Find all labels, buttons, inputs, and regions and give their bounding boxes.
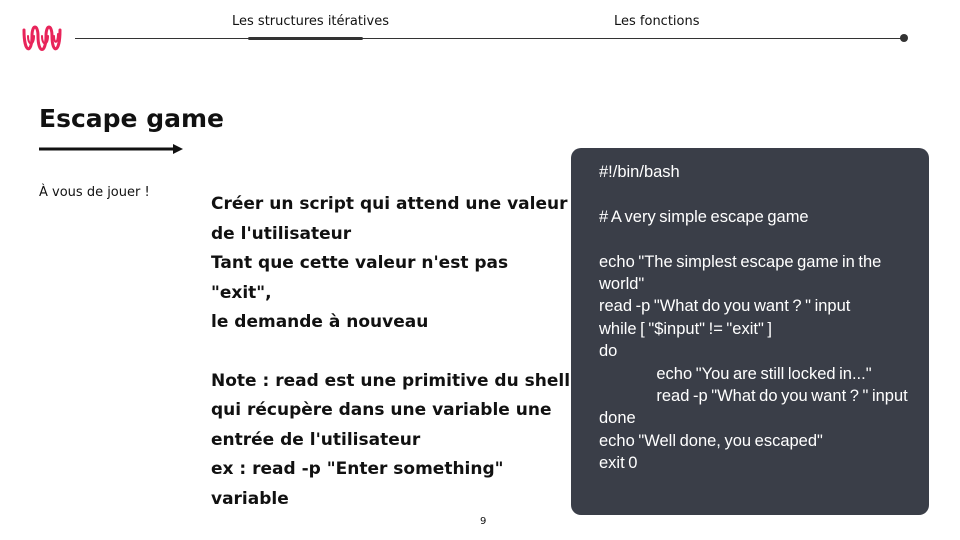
progress-active-indicator xyxy=(248,37,363,40)
instruction-paragraph: ex : read -p "Enter something" variable xyxy=(211,459,504,509)
bash-script: #!/bin/bash # A very simple escape game … xyxy=(599,163,908,473)
slide-subtitle: À vous de jouer ! xyxy=(39,185,150,200)
progress-end-dot xyxy=(900,34,908,42)
slide-title: Escape game xyxy=(39,104,224,133)
brand-logo xyxy=(22,25,62,51)
code-block: #!/bin/bash # A very simple escape game … xyxy=(571,148,929,515)
nav-item-fonctions[interactable]: Les fonctions xyxy=(614,14,700,29)
arrow-icon xyxy=(39,144,183,154)
instructions-text: Créer un script qui attend une valeur de… xyxy=(211,190,571,514)
instruction-paragraph: Note : read est une primitive du shell q… xyxy=(211,370,571,450)
nav-item-structures-iteratives[interactable]: Les structures itératives xyxy=(232,14,389,29)
instruction-paragraph: Tant que cette valeur n'est pas "exit", … xyxy=(211,253,509,332)
instruction-paragraph: Créer un script qui attend une valeur de… xyxy=(211,194,568,244)
progress-line xyxy=(75,38,905,39)
page-number: 9 xyxy=(480,516,487,527)
